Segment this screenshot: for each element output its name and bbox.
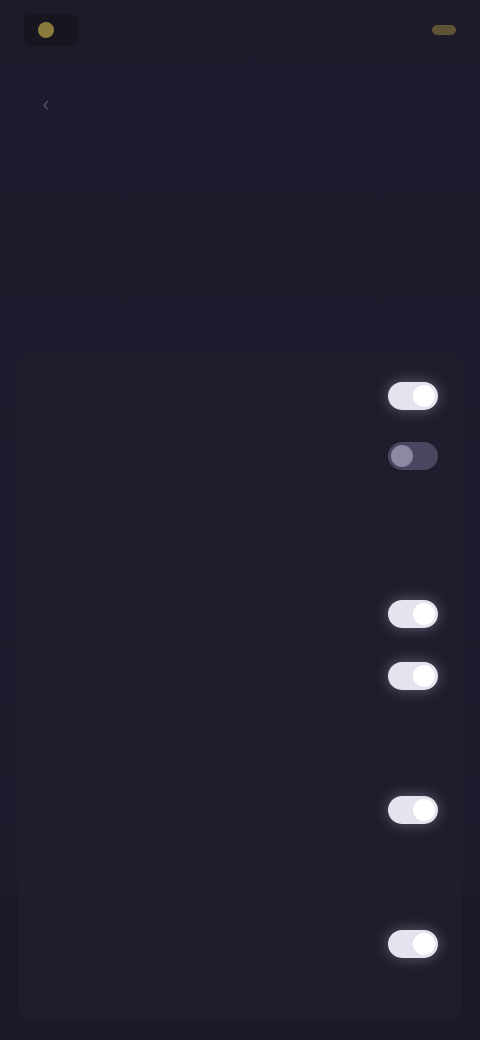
setting-row-5 xyxy=(40,796,438,824)
chevron-left-icon: ‹ xyxy=(42,91,50,116)
setting-row-2 xyxy=(40,442,438,470)
setting-row-4 xyxy=(40,662,438,690)
setting-toggle-4[interactable] xyxy=(388,662,438,690)
settings-card xyxy=(18,350,462,1020)
setting-toggle-5[interactable] xyxy=(388,796,438,824)
logo-icon xyxy=(38,22,54,38)
setting-row-6 xyxy=(40,930,438,958)
top-action-group xyxy=(422,25,456,35)
top-bar xyxy=(0,0,480,60)
back-button[interactable]: ‹ xyxy=(30,88,62,120)
setting-toggle-1[interactable] xyxy=(388,382,438,410)
setting-toggle-2[interactable] xyxy=(388,442,438,470)
brand[interactable] xyxy=(24,14,78,46)
setting-row-1 xyxy=(40,382,438,410)
setting-toggle-6[interactable] xyxy=(388,930,438,958)
setting-row-3 xyxy=(40,600,438,628)
setting-toggle-3[interactable] xyxy=(388,600,438,628)
settings-page: ‹ xyxy=(0,0,480,1040)
top-action-button[interactable] xyxy=(432,25,456,35)
